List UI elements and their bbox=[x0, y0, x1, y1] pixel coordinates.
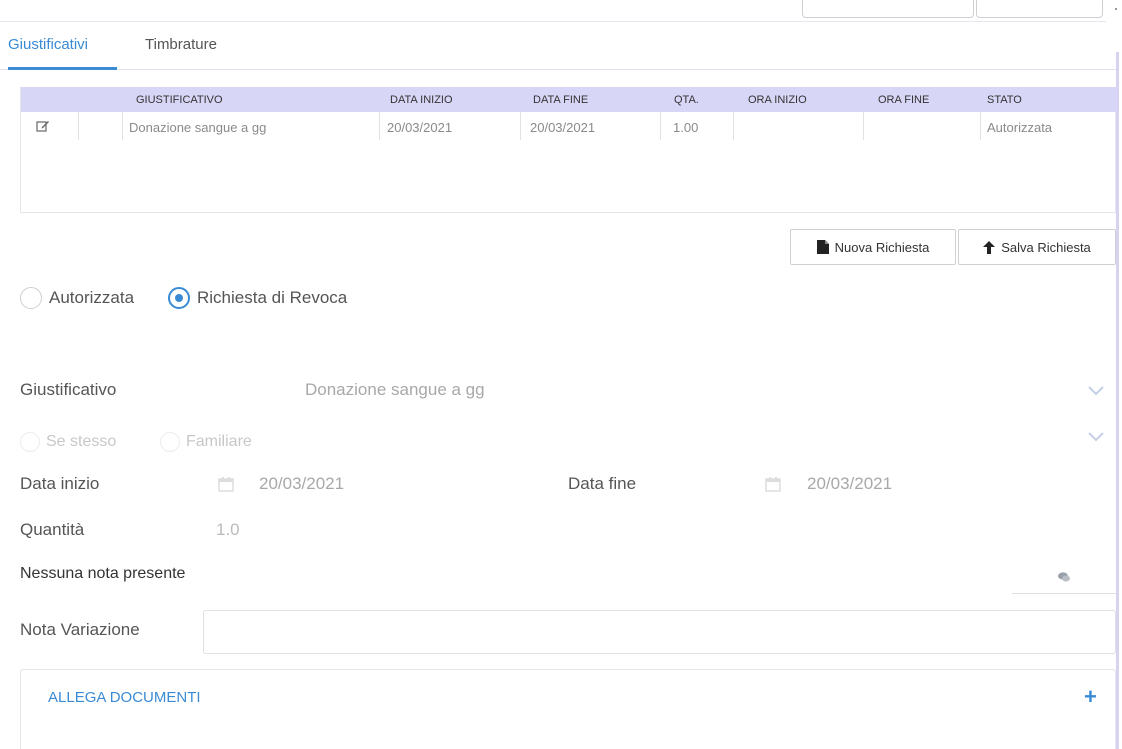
nuova-richiesta-label: Nuova Richiesta bbox=[834, 239, 930, 255]
top-button-right[interactable] bbox=[976, 0, 1103, 18]
col-qta[interactable]: QTA. bbox=[674, 94, 699, 106]
col-divider bbox=[733, 112, 734, 140]
nuova-richiesta-button[interactable]: Nuova Richiesta bbox=[790, 229, 956, 265]
comment-icon bbox=[1058, 571, 1070, 581]
col-divider bbox=[122, 112, 123, 140]
data-inizio-field[interactable]: 20/03/2021 bbox=[259, 474, 344, 494]
col-data-inizio[interactable]: DATA INIZIO bbox=[390, 94, 453, 106]
data-fine-field[interactable]: 20/03/2021 bbox=[807, 474, 892, 494]
radio-circle bbox=[20, 432, 40, 452]
cell-data-fine: 20/03/2021 bbox=[530, 120, 596, 135]
col-divider bbox=[863, 112, 864, 140]
add-document-plus-icon[interactable]: + bbox=[1084, 686, 1097, 708]
table-header: GIUSTIFICATIVO DATA INIZIO DATA FINE QTA… bbox=[21, 87, 1117, 112]
calendar-icon[interactable] bbox=[218, 476, 234, 492]
se-stesso-label: Se stesso bbox=[46, 433, 117, 450]
col-stato[interactable]: STATO bbox=[987, 94, 1022, 106]
col-data-fine[interactable]: DATA FINE bbox=[533, 94, 588, 106]
active-tab-indicator bbox=[8, 67, 117, 70]
edit-icon[interactable] bbox=[36, 119, 50, 133]
cell-stato: Autorizzata bbox=[987, 120, 1053, 135]
nota-variazione-input[interactable] bbox=[203, 610, 1116, 654]
giustificativo-select[interactable]: Donazione sangue a gg bbox=[305, 380, 485, 400]
quantita-value: 1.0 bbox=[216, 520, 240, 539]
col-ora-fine[interactable]: ORA FINE bbox=[878, 94, 929, 106]
col-giustificativo[interactable]: GIUSTIFICATIVO bbox=[136, 94, 223, 106]
radio-circle-selected bbox=[168, 287, 190, 309]
nota-variazione-label: Nota Variazione bbox=[20, 620, 140, 639]
radio-familiare[interactable]: Familiare bbox=[160, 432, 252, 452]
table-row[interactable]: Donazione sangue a gg 20/03/2021 20/03/2… bbox=[21, 112, 1117, 140]
data-fine-label: Data fine bbox=[568, 474, 637, 493]
data-inizio-label: Data inizio bbox=[20, 474, 100, 493]
col-ora-inizio[interactable]: ORA INIZIO bbox=[748, 94, 807, 106]
col-divider bbox=[78, 112, 79, 140]
top-button-left[interactable] bbox=[802, 0, 974, 18]
tab-timbrature[interactable]: Timbrature bbox=[145, 36, 217, 53]
col-divider bbox=[980, 112, 981, 140]
radio-circle bbox=[20, 287, 42, 309]
giustificativo-label: Giustificativo bbox=[20, 380, 117, 399]
chevron-down-icon[interactable] bbox=[1088, 432, 1104, 442]
familiare-label: Familiare bbox=[186, 433, 252, 450]
radio-se-stesso[interactable]: Se stesso bbox=[20, 432, 116, 452]
calendar-icon[interactable] bbox=[765, 476, 781, 492]
salva-richiesta-label: Salva Richiesta bbox=[1001, 239, 1091, 255]
top-divider bbox=[0, 21, 1106, 22]
salva-richiesta-button[interactable]: Salva Richiesta bbox=[958, 229, 1116, 265]
radio-richiesta-revoca-label: Richiesta di Revoca bbox=[197, 288, 348, 307]
radio-richiesta-revoca[interactable]: Richiesta di Revoca bbox=[168, 287, 347, 309]
radio-autorizzata[interactable]: Autorizzata bbox=[20, 287, 134, 309]
cell-data-inizio: 20/03/2021 bbox=[387, 120, 453, 135]
radio-circle bbox=[160, 432, 180, 452]
file-icon bbox=[816, 240, 829, 254]
tab-bar: Giustificativi Timbrature bbox=[0, 34, 1116, 70]
col-divider bbox=[660, 112, 661, 140]
overflow-dot bbox=[1115, 8, 1117, 10]
allega-documenti-title: ALLEGA DOCUMENTI bbox=[48, 689, 201, 706]
cell-giustificativo: Donazione sangue a gg bbox=[129, 120, 267, 135]
quantita-label: Quantità bbox=[20, 520, 85, 539]
radio-autorizzata-label: Autorizzata bbox=[49, 288, 135, 307]
cell-qta: 1.00 bbox=[673, 120, 699, 135]
arrow-up-icon bbox=[983, 240, 996, 254]
col-divider bbox=[379, 112, 380, 140]
tab-giustificativi[interactable]: Giustificativi bbox=[8, 36, 88, 53]
col-divider bbox=[520, 112, 521, 140]
right-border bbox=[1116, 52, 1119, 749]
giustificativi-table: GIUSTIFICATIVO DATA INIZIO DATA FINE QTA… bbox=[20, 87, 1117, 213]
comment-button[interactable] bbox=[1012, 560, 1116, 594]
chevron-down-icon[interactable] bbox=[1088, 386, 1104, 396]
allega-documenti-panel: ALLEGA DOCUMENTI + bbox=[20, 669, 1116, 749]
nessuna-nota-text: Nessuna nota presente bbox=[20, 565, 186, 582]
